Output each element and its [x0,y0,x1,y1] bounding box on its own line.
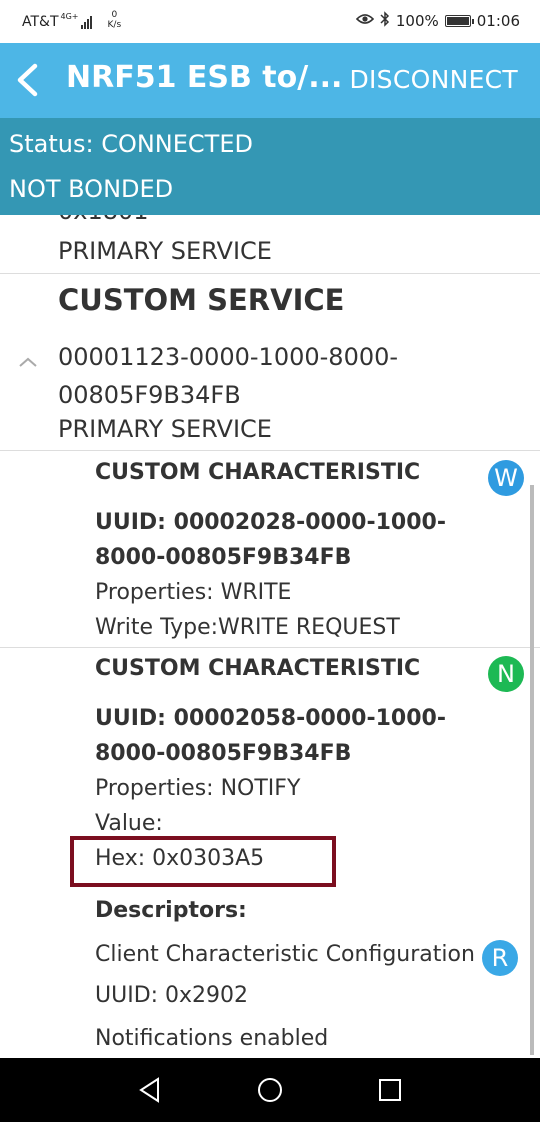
carrier-label: AT&T [22,14,59,30]
chevron-up-icon[interactable] [18,353,38,372]
descriptor-name: Client Characteristic Configuration [95,942,475,967]
bond-status-text: NOT BONDED [9,175,174,203]
nav-home-button[interactable] [254,1074,286,1106]
back-button[interactable] [10,59,44,101]
network-speed: 0 K/s [108,10,122,30]
network-speed-unit: K/s [107,20,122,30]
status-right-group: 100% 01:06 [355,11,520,31]
connection-status-panel: Status: CONNECTED NOT BONDED [0,118,540,215]
circle-home-icon [258,1078,282,1102]
app-bar: NRF51 ESB to/... DISCONNECT [0,43,540,118]
previous-service-type: PRIMARY SERVICE [58,237,272,265]
divider [0,647,540,648]
characteristic-hex-value: Hex: 0x0303A5 [95,846,265,871]
services-list[interactable]: 0x1801 PRIMARY SERVICE CUSTOM SERVICE 00… [0,215,540,1058]
service-uuid: 00001123-0000-1000-8000-00805F9B34FB [58,343,399,409]
characteristic-write-type: Write Type:WRITE REQUEST [95,615,400,640]
battery-percent: 100% [395,12,439,30]
characteristic-value-label: Value: [95,811,163,836]
previous-service-uuid: 0x1801 [58,215,149,225]
bluetooth-icon [380,11,390,31]
eye-comfort-icon [355,12,375,30]
service-name: CUSTOM SERVICE [58,283,345,317]
square-recents-icon [379,1079,401,1101]
characteristic-properties: Properties: NOTIFY [95,776,301,801]
battery-icon [444,15,474,27]
divider [0,273,540,274]
descriptor-value: Notifications enabled [95,1026,329,1051]
disconnect-button[interactable]: DISCONNECT [349,65,518,94]
divider [0,450,540,451]
write-badge-icon[interactable]: W [488,460,524,496]
characteristic-uuid: UUID: 00002058-0000-1000-8000-00805F9B34… [95,706,446,766]
service-type: PRIMARY SERVICE [58,415,272,443]
clock: 01:06 [476,12,520,30]
nav-recents-button[interactable] [374,1074,406,1106]
read-badge-icon[interactable]: R [482,940,518,976]
status-bar: AT&T 4G+ 0 K/s 100% 01:06 [0,0,540,43]
network-speed-value: 0 [111,10,118,20]
page-title: NRF51 ESB to/... [66,60,343,95]
characteristic-name: CUSTOM CHARACTERISTIC [95,656,421,681]
descriptors-heading: Descriptors: [95,898,247,923]
scrollbar[interactable] [530,485,534,1055]
descriptor-uuid: UUID: 0x2902 [95,983,249,1008]
characteristic-uuid: UUID: 00002028-0000-1000-8000-00805F9B34… [95,510,446,570]
connection-status-text: Status: CONNECTED [9,130,253,158]
characteristic-properties: Properties: WRITE [95,580,292,605]
status-left-group: AT&T 4G+ 0 K/s [22,10,122,32]
notify-badge-icon[interactable]: N [488,656,524,692]
back-arrow-icon [17,63,38,97]
nav-back-button[interactable] [134,1074,166,1106]
triangle-back-icon [139,1077,159,1103]
characteristic-name: CUSTOM CHARACTERISTIC [95,460,421,485]
network-type-label: 4G+ [60,11,79,21]
signal-icon [80,15,92,29]
navigation-bar [0,1058,540,1122]
